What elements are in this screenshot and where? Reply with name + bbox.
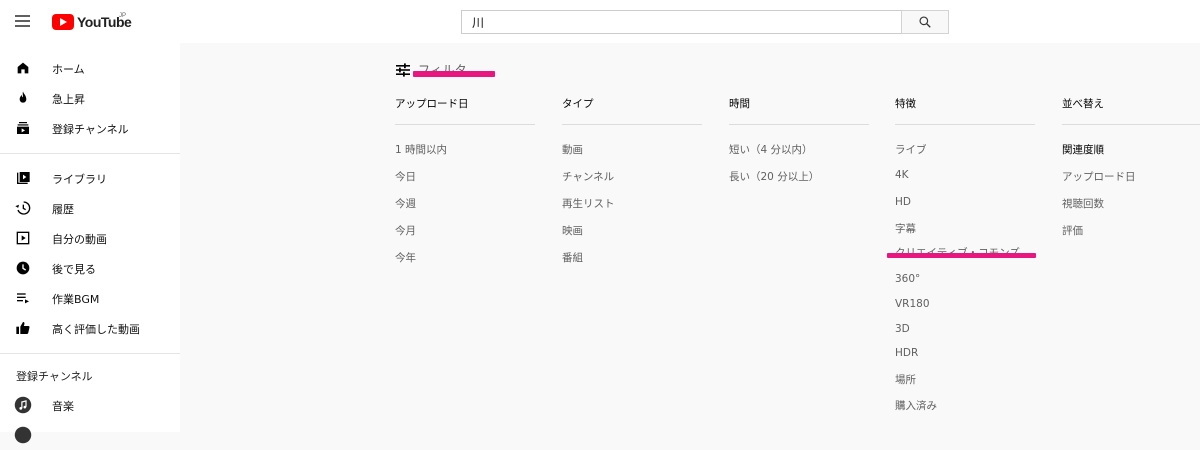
music-icon: [14, 396, 32, 414]
sidebar-divider: [0, 353, 180, 354]
search-button[interactable]: [901, 10, 949, 34]
filter-option[interactable]: 場所: [895, 372, 916, 387]
filter-option[interactable]: 映画: [562, 223, 583, 238]
sidebar-item-label: 高く評価した動画: [52, 323, 140, 336]
filter-option[interactable]: チャンネル: [562, 169, 614, 184]
column-divider: [395, 124, 535, 125]
sidebar-item-liked-videos[interactable]: 高く評価した動画: [0, 313, 180, 343]
sort-option[interactable]: 評価: [1062, 223, 1083, 238]
sort-option-selected[interactable]: 関連度順: [1062, 142, 1104, 157]
sidebar: ホーム 急上昇 登録チャンネル ライブラリ 履歴 自分の動画 後で見る 作業BG…: [0, 43, 180, 444]
column-divider: [895, 124, 1035, 125]
sidebar-item-label: ライブラリ: [52, 173, 107, 186]
filter-option[interactable]: 字幕: [895, 221, 916, 236]
column-divider: [1062, 124, 1200, 125]
filter-option[interactable]: 今年: [395, 250, 416, 265]
highlight-mark: [887, 253, 1036, 258]
sidebar-item-label: ホーム: [52, 63, 85, 76]
sort-option[interactable]: アップロード日: [1062, 169, 1136, 184]
highlight-mark: [413, 71, 495, 77]
filter-column-title: タイプ: [562, 98, 594, 110]
filter-column-upload-date: アップロード日 1 時間以内 今日 今週 今月 今年: [395, 97, 535, 264]
sidebar-item-trending[interactable]: 急上昇: [0, 83, 180, 113]
library-icon: [17, 172, 30, 184]
filter-option[interactable]: 番組: [562, 250, 583, 265]
filter-option[interactable]: HD: [895, 196, 911, 208]
filter-option[interactable]: 長い（20 分以上）: [729, 169, 819, 184]
sidebar-divider: [0, 153, 180, 154]
filter-option[interactable]: 360°: [895, 273, 920, 285]
sidebar-item-label: 後で見る: [52, 263, 96, 276]
filter-option[interactable]: HDR: [895, 347, 918, 359]
sidebar-item-history[interactable]: 履歴: [0, 193, 180, 223]
filter-option[interactable]: 4K: [895, 169, 909, 181]
sidebar-item-library[interactable]: ライブラリ: [0, 163, 180, 193]
sidebar-item-subscriptions[interactable]: 登録チャンネル: [0, 113, 180, 143]
sidebar-item-label: 履歴: [52, 203, 74, 216]
filter-column-title: アップロード日: [395, 98, 469, 110]
history-icon: [15, 201, 31, 215]
search-icon: [919, 16, 931, 28]
liked-icon: [16, 322, 30, 334]
sort-option[interactable]: 視聴回数: [1062, 196, 1104, 211]
filter-icon: [396, 62, 410, 77]
sidebar-item-watch-later[interactable]: 後で見る: [0, 253, 180, 283]
sidebar-item-channel[interactable]: [0, 420, 180, 450]
your-videos-icon: [16, 231, 30, 245]
sidebar-item-label: 自分の動画: [52, 233, 107, 246]
filter-column-sort: 並べ替え 関連度順 アップロード日 視聴回数 評価: [1062, 97, 1200, 237]
sidebar-item-label: 作業BGM: [52, 293, 100, 306]
subscriptions-section-title: 登録チャンネル: [16, 370, 93, 383]
filter-option[interactable]: 今週: [395, 196, 416, 211]
home-icon: [17, 62, 29, 74]
logo-region: JP: [119, 13, 127, 19]
playlist-icon: [17, 293, 29, 304]
filter-option[interactable]: 今月: [395, 223, 416, 238]
filter-column-title: 特徴: [895, 98, 916, 110]
trending-icon: [19, 91, 27, 103]
search-box: [461, 10, 949, 34]
channel-avatar-icon: [14, 426, 32, 444]
filter-option[interactable]: 動画: [562, 142, 583, 157]
sidebar-item-label: 音楽: [52, 400, 74, 413]
column-divider: [562, 124, 702, 125]
youtube-play-icon: [52, 14, 74, 30]
filter-option[interactable]: 今日: [395, 169, 416, 184]
filter-column-title: 時間: [729, 98, 750, 110]
sidebar-item-your-videos[interactable]: 自分の動画: [0, 223, 180, 253]
filter-option[interactable]: 短い（4 分以内）: [729, 142, 813, 157]
filter-option[interactable]: VR180: [895, 298, 930, 310]
filter-option[interactable]: 1 時間以内: [395, 142, 447, 157]
masthead: YouTube JP: [0, 0, 1200, 43]
sidebar-item-playlist[interactable]: 作業BGM: [0, 283, 180, 313]
filter-option[interactable]: ライブ: [895, 142, 927, 157]
filter-column-title: 並べ替え: [1062, 98, 1104, 110]
search-input[interactable]: [461, 10, 901, 34]
column-divider: [729, 124, 869, 125]
filter-option[interactable]: 再生リスト: [562, 196, 615, 211]
filter-column-duration: 時間 短い（4 分以内） 長い（20 分以上）: [729, 97, 869, 183]
filter-option[interactable]: 購入済み: [895, 398, 937, 413]
subscriptions-icon: [17, 122, 29, 134]
watch-later-icon: [16, 261, 30, 275]
sidebar-item-home[interactable]: ホーム: [0, 53, 180, 83]
filter-column-features: 特徴 ライブ 4K HD 字幕 クリエイティブ・コモンズ 360° VR180 …: [895, 97, 1035, 412]
sidebar-item-label: 急上昇: [52, 93, 85, 106]
filter-option[interactable]: 3D: [895, 323, 910, 335]
menu-icon[interactable]: [14, 11, 34, 31]
sidebar-item-label: 登録チャンネル: [52, 123, 129, 136]
sidebar-item-music[interactable]: 音楽: [0, 390, 180, 420]
filter-column-type: タイプ 動画 チャンネル 再生リスト 映画 番組: [562, 97, 702, 264]
